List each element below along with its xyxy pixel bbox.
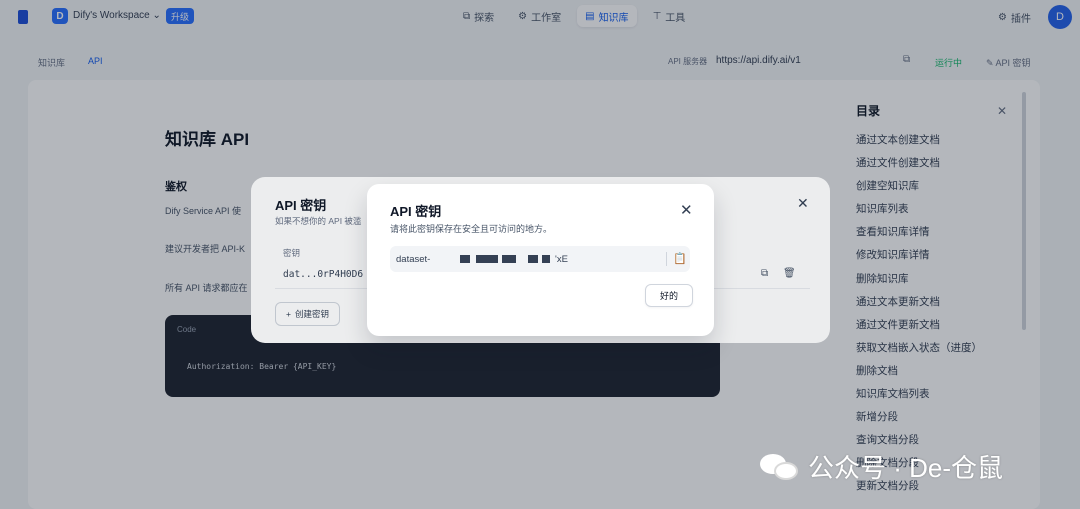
api-key-display: dataset- 'xE 📋 bbox=[390, 246, 690, 272]
watermark: 公众号 · De-仓鼠 bbox=[760, 448, 1003, 485]
ok-button[interactable]: 好的 bbox=[645, 284, 694, 307]
modal-description: 请将此密钥保存在安全且可访问的地方。 bbox=[390, 224, 553, 234]
redaction-mask bbox=[528, 255, 538, 263]
redaction-mask bbox=[502, 255, 516, 263]
api-key-prefix: dataset- bbox=[396, 254, 431, 265]
new-api-key-modal: API 密钥 请将此密钥保存在安全且可访问的地方。 ✕ dataset- 'xE… bbox=[367, 184, 714, 336]
clipboard-icon[interactable]: 📋 bbox=[673, 252, 687, 265]
divider bbox=[666, 252, 667, 266]
api-key-suffix: 'xE bbox=[555, 254, 568, 265]
redaction-mask bbox=[460, 255, 470, 263]
close-icon[interactable]: ✕ bbox=[680, 201, 693, 219]
redaction-mask bbox=[542, 255, 550, 263]
redaction-mask bbox=[476, 255, 498, 263]
modal-title: API 密钥 bbox=[390, 204, 442, 219]
watermark-text: 公众号 · De-仓鼠 bbox=[808, 453, 1004, 483]
wechat-icon bbox=[760, 452, 800, 482]
